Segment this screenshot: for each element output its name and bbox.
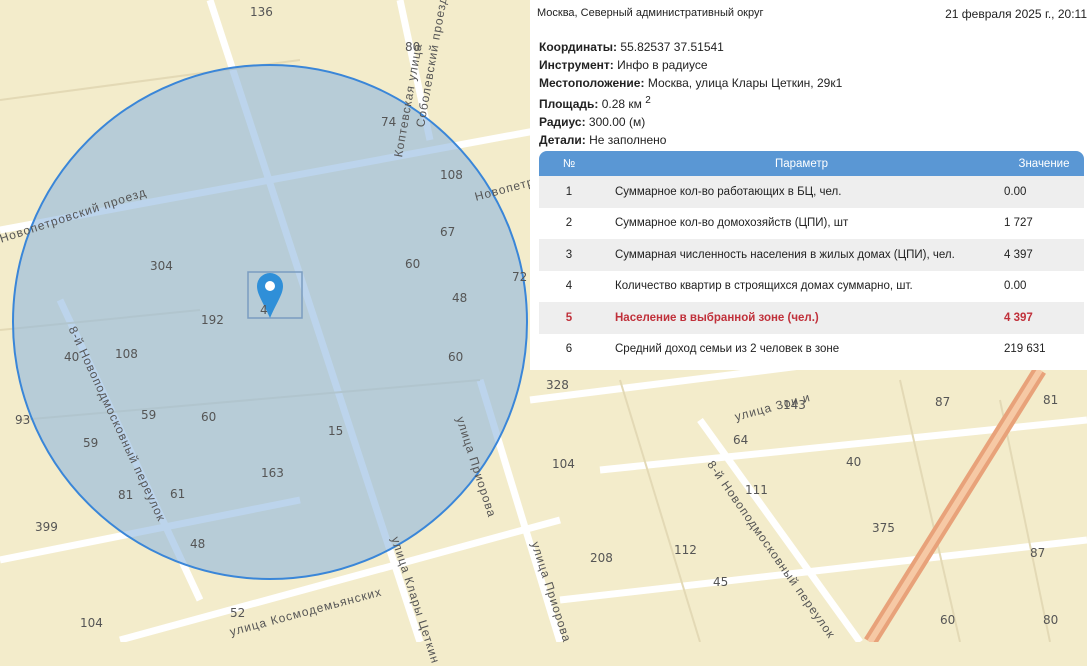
map-label: 399 (35, 520, 58, 534)
map-label: 72 (512, 270, 528, 284)
map-label: 304 (150, 259, 173, 273)
parameters-table: № Параметр Значение 1 Суммарное кол-во ра… (539, 151, 1084, 365)
map-label: 87 (1030, 546, 1046, 560)
map-label: 93 (15, 413, 31, 427)
field-location: Местоположение: Москва, улица Клары Цетк… (539, 76, 843, 90)
map-label: 48 (452, 291, 468, 305)
info-fields: Координаты: 55.82537 37.51541 Инструмент… (539, 38, 842, 149)
field-coordinates: Координаты: 55.82537 37.51541 (539, 40, 724, 54)
map-label: 111 (745, 483, 768, 497)
field-details: Детали: Не заполнено (539, 133, 667, 147)
district-name: Москва, Северный административный округ (537, 7, 764, 19)
info-panel: Москва, Северный административный округ … (530, 0, 1087, 370)
table-row: 6 Средний доход семьи из 2 человек в зоне… (565, 343, 1046, 356)
table-row: 3 Суммарная численность населения в жилых… (539, 239, 1084, 271)
col-value: Значение (1004, 151, 1084, 176)
map-label: 59 (83, 436, 99, 450)
map-label: 112 (674, 543, 697, 557)
map-label: 80 (1043, 613, 1059, 627)
map-label: 52 (230, 606, 246, 620)
table-row: 2 Суммарное кол-во домохозяйств (ЦПИ), шт… (565, 217, 1033, 230)
radius-circle (12, 64, 528, 580)
map-label: 60 (201, 410, 217, 424)
field-area: Площадь: 0.28 км 2 (539, 95, 651, 111)
map-label: 375 (872, 521, 895, 535)
map-label: 136 (250, 5, 273, 19)
map-label: 45 (713, 575, 729, 589)
table-row: 4 Количество квартир в строящихся домах с… (565, 280, 1027, 293)
col-parameter: Параметр (599, 151, 1004, 176)
map-label: 48 (190, 537, 206, 551)
map-label: 81 (1043, 393, 1059, 407)
map-label: 108 (440, 168, 463, 182)
map-label: 60 (405, 257, 421, 271)
map-label: 192 (201, 313, 224, 327)
map-label: 64 (733, 433, 749, 447)
map-label: 208 (590, 551, 613, 565)
map-label: 81 (118, 488, 134, 502)
map-label: 60 (448, 350, 464, 364)
table-row: 1 Суммарное кол-во работающих в БЦ, чел. 0… (539, 176, 1084, 208)
map-label: 104 (552, 457, 575, 471)
report-datetime: 21 февраля 2025 г., 20:11 (945, 7, 1087, 21)
map-label: 15 (328, 424, 344, 438)
map-label: 40 (846, 455, 862, 469)
map-label: 104 (80, 616, 103, 630)
map-label: 74 (381, 115, 397, 129)
map-label: 59 (141, 408, 157, 422)
map-label: 67 (440, 225, 456, 239)
field-tool: Инструмент: Инфо в радиусе (539, 58, 708, 72)
map-label: 108 (115, 347, 138, 361)
map-label: 4 (260, 303, 268, 317)
map-label: 328 (546, 378, 569, 392)
table-row-highlighted: 5 Население в выбранной зоне (чел.) 4 397 (539, 302, 1084, 334)
map-label: 61 (170, 487, 186, 501)
map-label: 60 (940, 613, 956, 627)
field-radius: Радиус: 300.00 (м) (539, 115, 646, 129)
map-label: 87 (935, 395, 951, 409)
map-label: 163 (261, 466, 284, 480)
col-number: № (539, 151, 599, 176)
